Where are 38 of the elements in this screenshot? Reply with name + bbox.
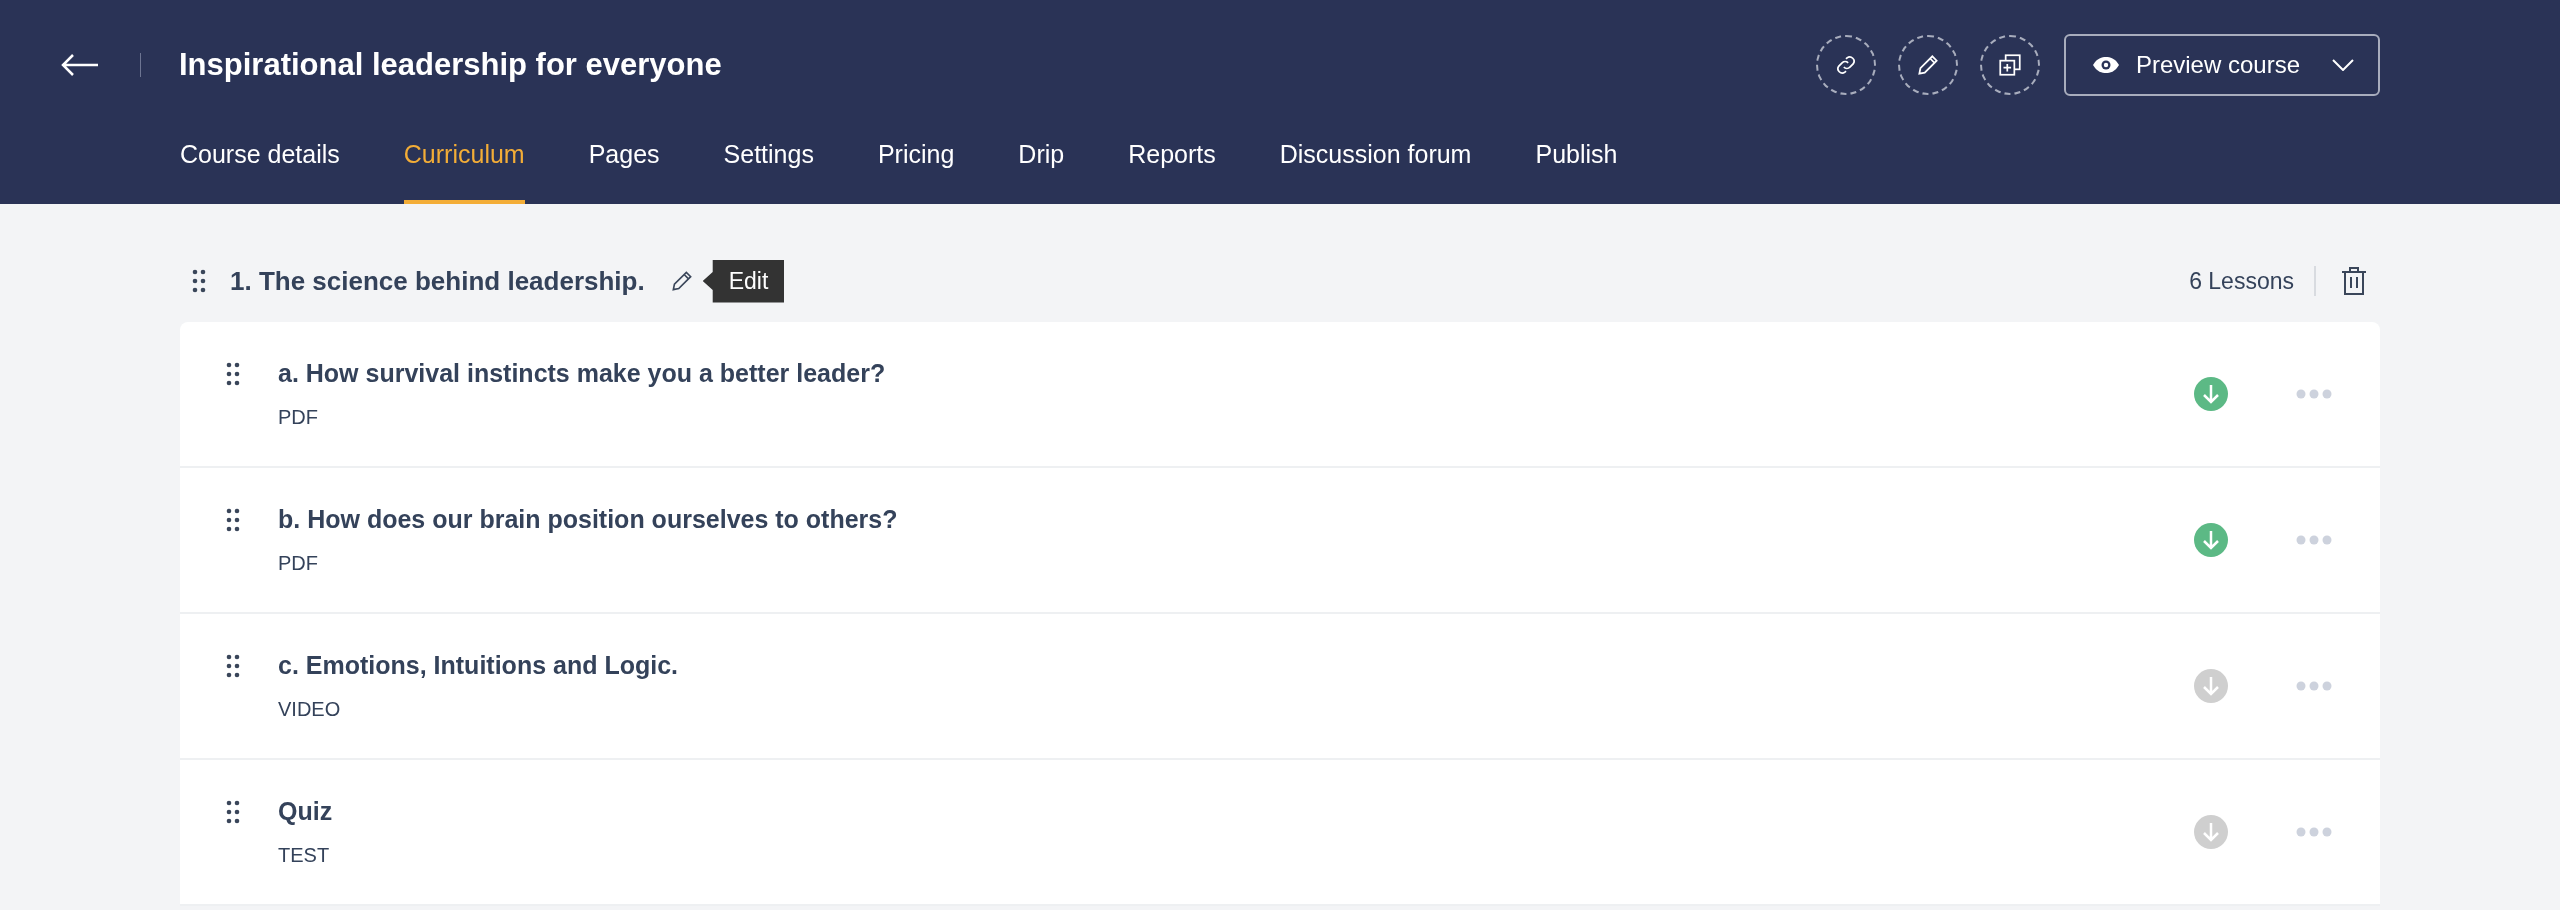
trash-icon[interactable] [2340, 266, 2368, 296]
nav-tab[interactable]: Reports [1128, 130, 1216, 204]
lesson-row[interactable]: a. How survival instincts make you a better leader? PDF [180, 322, 2380, 468]
nav-tab[interactable]: Settings [723, 130, 814, 204]
lesson-type: VIDEO [278, 698, 342, 721]
drag-handle-icon[interactable] [226, 800, 240, 824]
nav-tab[interactable]: Pricing [877, 130, 955, 204]
chevron-down-icon [2332, 59, 2354, 71]
link-icon[interactable] [1815, 35, 1876, 95]
course-title: Inspirational leadership for everyone [179, 47, 722, 83]
drag-handle-icon[interactable] [226, 654, 240, 678]
lesson-title: b. How does our brain position ourselves to others? [278, 505, 899, 534]
lesson-type: PDF [278, 552, 319, 575]
lesson-count: 6 Lessons [2189, 267, 2294, 295]
back-arrow-icon[interactable] [60, 53, 100, 77]
lesson-type: PDF [278, 406, 319, 429]
edit-tooltip: Edit [702, 259, 785, 303]
nav-tab[interactable]: Publish [1535, 130, 1618, 204]
section-title: 1. The science behind leadership. [230, 265, 645, 297]
preview-course-button[interactable]: Preview course [2063, 34, 2380, 96]
drag-handle-icon[interactable] [226, 508, 240, 532]
lesson-type: TEST [278, 844, 331, 867]
pencil-icon[interactable] [1897, 35, 1958, 95]
drag-handle-icon[interactable] [226, 362, 240, 386]
nav-tab[interactable]: Drip [1018, 130, 1065, 204]
lesson-title: Quiz [278, 797, 334, 826]
duplicate-icon[interactable] [1979, 35, 2040, 95]
nav-tab[interactable]: Course details [180, 130, 340, 204]
nav-tab[interactable]: Discussion forum [1279, 130, 1472, 204]
lesson-title: a. How survival instincts make you a better leader? [278, 359, 887, 388]
lesson-title: c. Emotions, Intuitions and Logic. [278, 651, 679, 680]
nav-tab[interactable]: Curriculum [403, 130, 525, 204]
lesson-row[interactable]: c. Emotions, Intuitions and Logic. VIDEO [180, 614, 2380, 760]
eye-icon [2091, 56, 2120, 74]
nav-tab[interactable]: Pages [588, 130, 660, 204]
drag-handle-icon[interactable] [192, 269, 206, 293]
lesson-row[interactable]: Quiz TEST [180, 760, 2380, 906]
lesson-row[interactable]: b. How does our brain position ourselves to others? PDF [180, 468, 2380, 614]
